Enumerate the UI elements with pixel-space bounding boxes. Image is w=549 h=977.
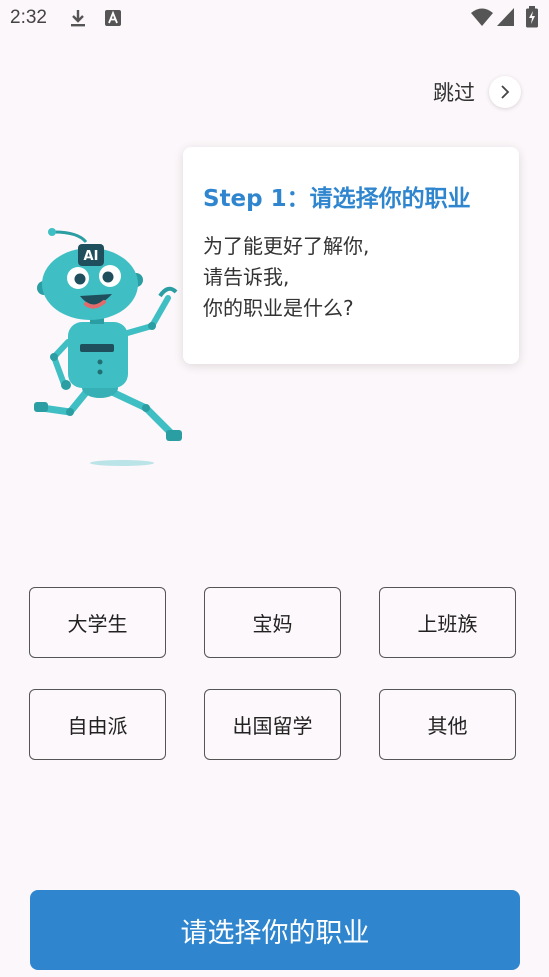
question-line: 你的职业是什么? xyxy=(203,296,354,320)
option-other[interactable]: 其他 xyxy=(379,689,516,760)
option-college-student[interactable]: 大学生 xyxy=(29,587,166,658)
option-freelancer[interactable]: 自由派 xyxy=(29,689,166,760)
status-time: 2:32 xyxy=(10,7,47,28)
download-icon xyxy=(68,8,88,32)
select-occupation-button[interactable]: 请选择你的职业 xyxy=(30,890,520,970)
notification-app-icon xyxy=(103,8,123,32)
robot-illustration: AI xyxy=(34,228,182,466)
question-card: Step 1：请选择你的职业 为了能更好了解你, 请告诉我, 你的职业是什么? xyxy=(183,147,519,364)
status-bar: 2:32 xyxy=(0,0,549,36)
wifi-icon xyxy=(470,7,494,31)
question-line: 为了能更好了解你, xyxy=(203,234,370,258)
option-office-worker[interactable]: 上班族 xyxy=(379,587,516,658)
skip-control[interactable]: 跳过 xyxy=(433,75,521,109)
question-line: 请告诉我, xyxy=(203,265,290,289)
robot-badge: AI xyxy=(84,249,99,264)
chevron-right-icon xyxy=(501,85,510,99)
cellular-signal-icon xyxy=(496,7,516,31)
option-study-abroad[interactable]: 出国留学 xyxy=(204,689,341,760)
skip-button[interactable] xyxy=(489,76,521,108)
battery-charging-icon xyxy=(525,6,539,32)
option-stay-at-home-mom[interactable]: 宝妈 xyxy=(204,587,341,658)
skip-label: 跳过 xyxy=(433,81,475,105)
question-text: 为了能更好了解你, 请告诉我, 你的职业是什么? xyxy=(203,231,369,324)
step-title: Step 1：请选择你的职业 xyxy=(203,186,471,212)
